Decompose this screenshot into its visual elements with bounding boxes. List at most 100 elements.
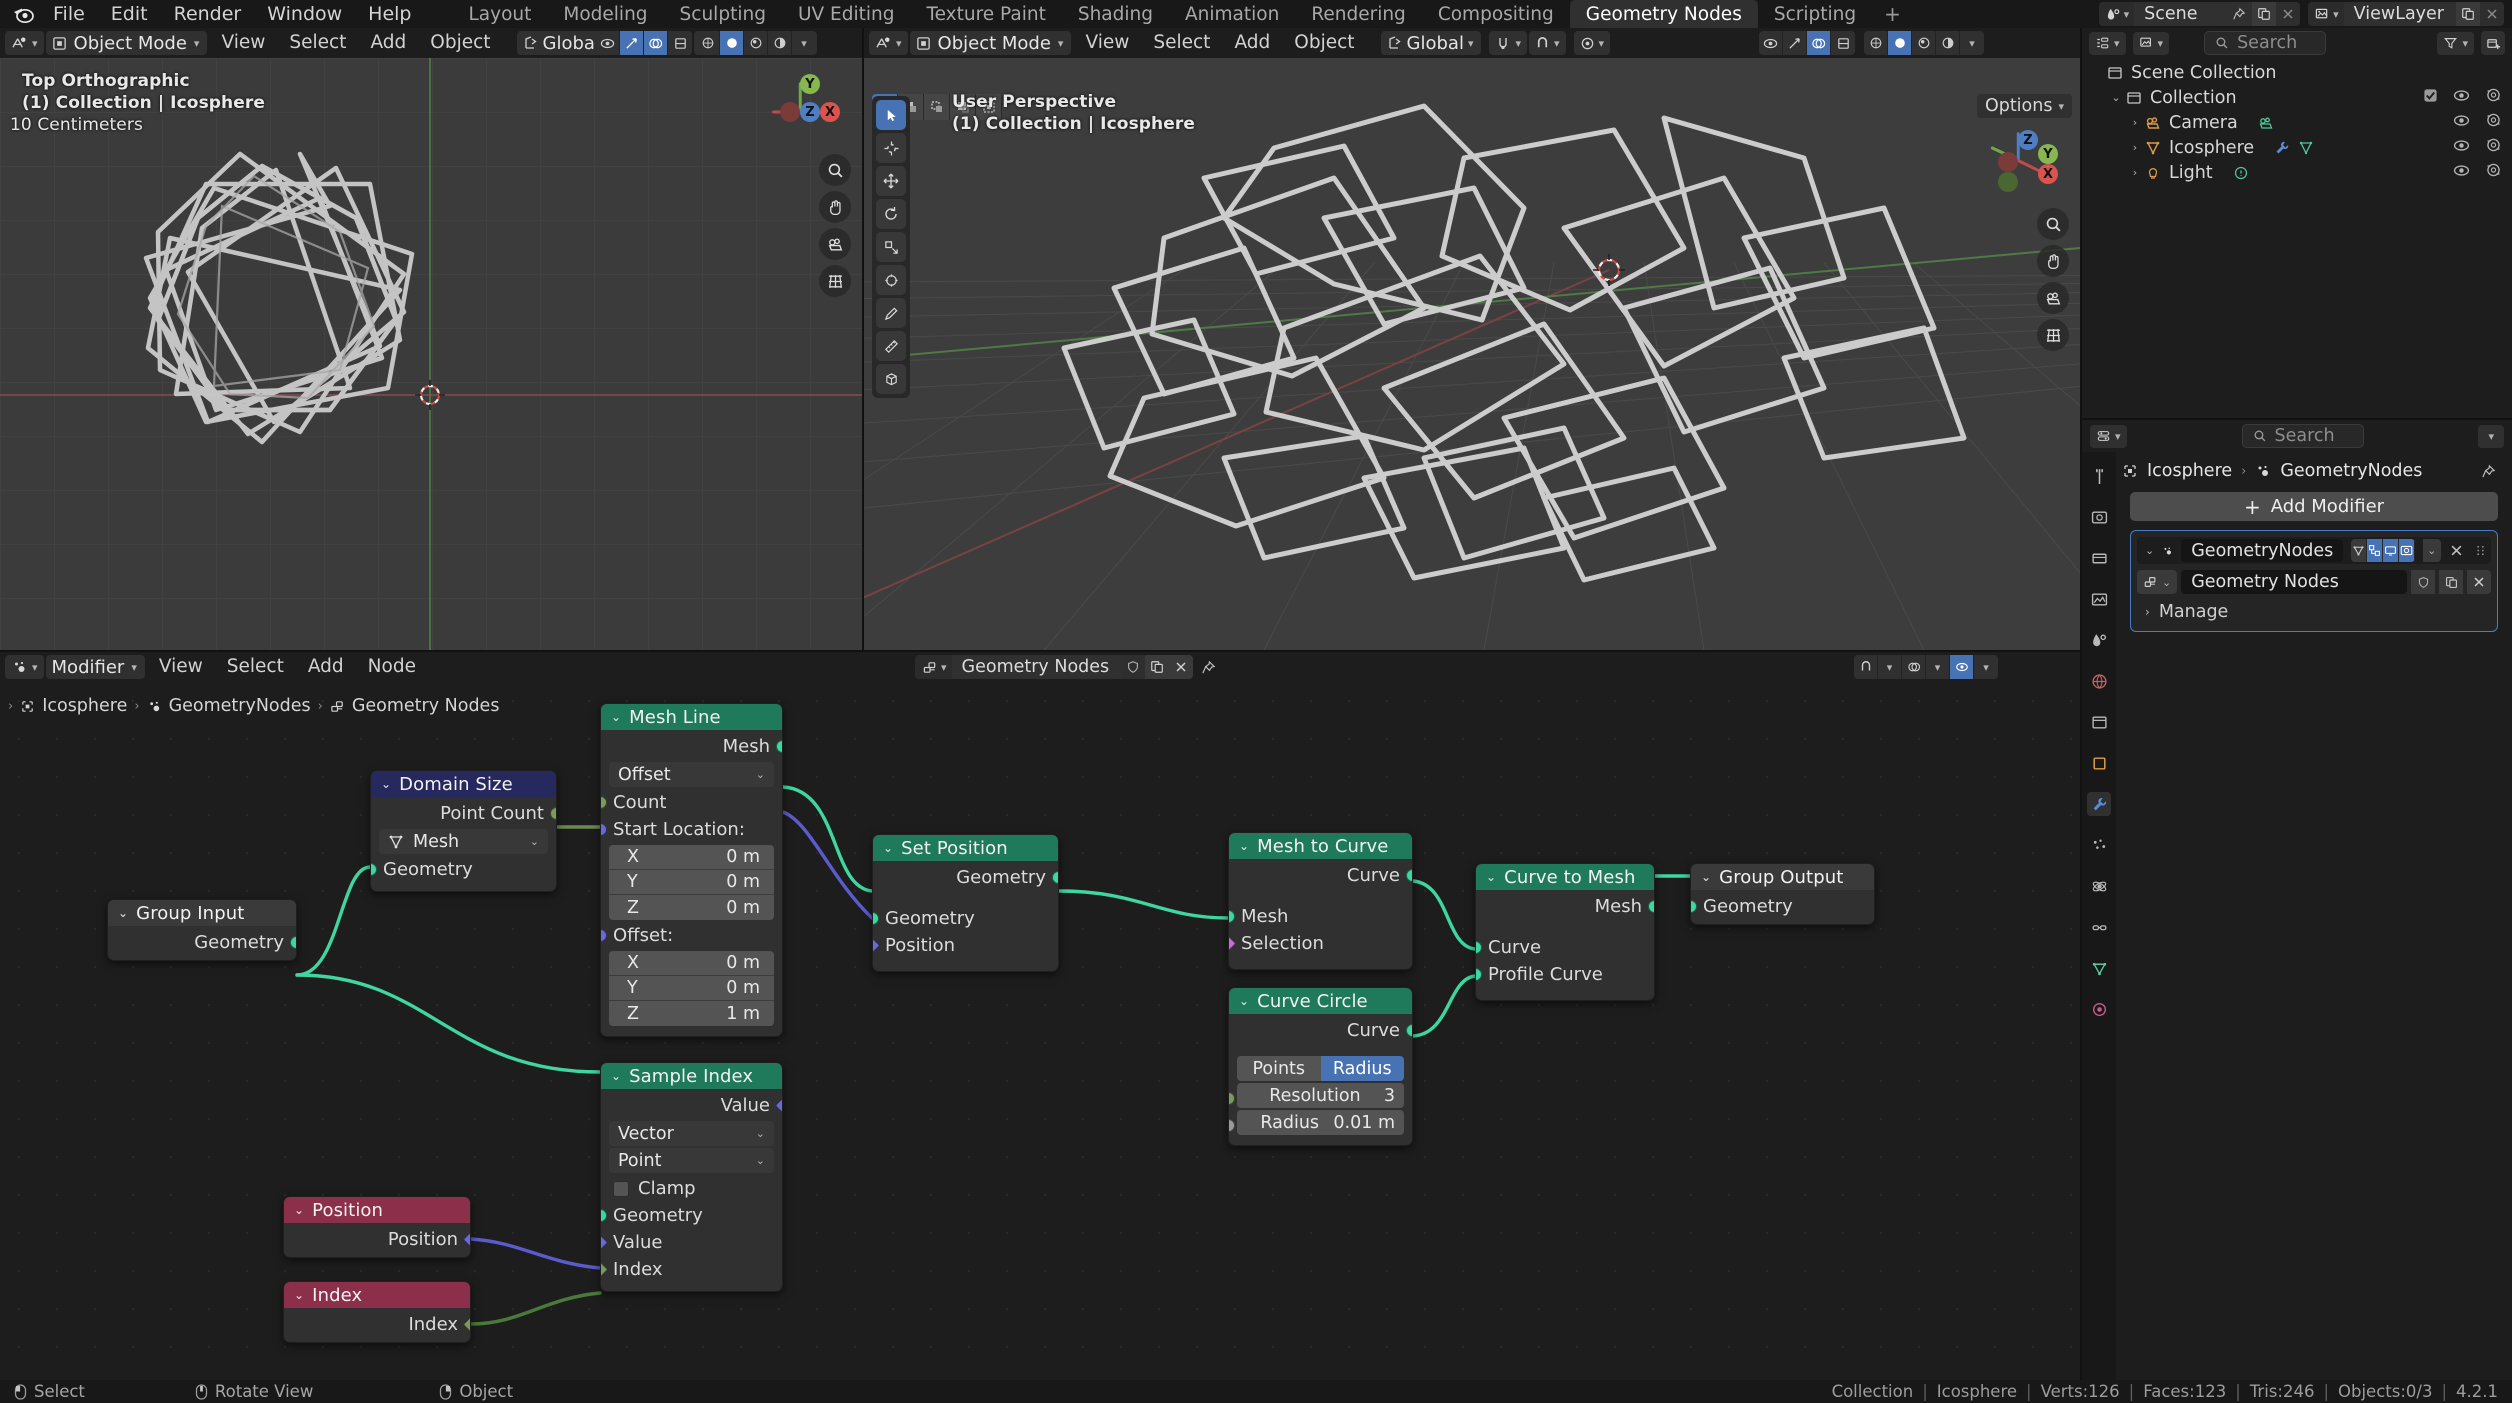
outliner-hide-viewport-icon[interactable] (2453, 163, 2470, 183)
xray-toggle-icon[interactable] (668, 31, 692, 55)
divider-horizontal-properties[interactable] (2082, 418, 2512, 420)
node-preview-dropdown-icon[interactable]: ▾ (1974, 655, 1998, 679)
vector-x-field[interactable]: X 0 m (609, 845, 774, 870)
pan-icon[interactable] (819, 191, 851, 223)
gizmo-toggle-icon[interactable] (620, 31, 644, 55)
remove-viewlayer-button[interactable] (2480, 2, 2504, 26)
node-mesh-line[interactable]: ⌄ Mesh Line Mesh Offset ⌄ Count Start Lo… (600, 703, 783, 1037)
node-header[interactable]: ⌄ Group Output (1691, 864, 1874, 890)
modifier-edit-mode-icon[interactable] (2367, 539, 2384, 562)
snap-icon-right[interactable]: ▾ (1489, 31, 1528, 55)
select-subtract-mode-icon[interactable] (924, 94, 950, 120)
node-domain-size[interactable]: ⌄ Domain Size Point Count Mesh ⌄ Geometr… (370, 770, 557, 892)
modifier-card[interactable]: ⌄ GeometryNodes ⌄ ⌄ Geometry Nodes › Man… (2130, 530, 2498, 632)
proportional-editing-toggle-right[interactable]: ▾ (1573, 31, 1611, 55)
shading-dropdown-icon[interactable]: ▾ (792, 31, 816, 55)
tool-select-box-icon[interactable] (876, 100, 906, 130)
properties-breadcrumb-object[interactable]: Icosphere (2147, 461, 2232, 481)
node-socket-row[interactable]: Geometry (108, 929, 296, 956)
mesh-line-start-location-vector[interactable]: X 0 m Y 0 m Z 0 m (609, 845, 774, 920)
camera-icon-right[interactable] (2037, 282, 2069, 314)
collapse-icon[interactable]: ⌄ (294, 1289, 304, 1301)
node-socket-row[interactable]: Start Location: (601, 816, 782, 843)
socket-offset[interactable] (601, 929, 607, 942)
checkbox-box[interactable] (613, 1180, 629, 1197)
outliner[interactable]: ▾ ▾ Search ▾ Scene Collection ⌄ Collection… (2082, 28, 2512, 418)
node-socket-row[interactable]: Selection (1229, 930, 1412, 957)
nodegroup-copy-icon[interactable] (2439, 570, 2463, 594)
node-socket-row[interactable]: Curve (1476, 934, 1654, 961)
nodegroup-name[interactable]: Geometry Nodes (951, 655, 1122, 679)
node-socket-row[interactable]: Count (601, 789, 782, 816)
vpl-menus-menu-select[interactable]: Select (277, 31, 358, 55)
expand-icon[interactable]: › (2128, 116, 2142, 129)
node-header[interactable]: ⌄ Curve to Mesh (1476, 864, 1654, 890)
node-socket-row[interactable]: Curve (1229, 1017, 1412, 1044)
node-socket-row[interactable]: Position (284, 1226, 470, 1253)
outliner-row-light[interactable]: › Light (2082, 160, 2512, 185)
socket-geometry[interactable] (290, 936, 296, 949)
node-socket-row[interactable]: Mesh (601, 733, 782, 760)
breadcrumb-object[interactable]: Icosphere (42, 696, 127, 716)
editor-type-selector-left[interactable]: ▾ (5, 31, 44, 55)
collapse-icon[interactable]: ⌄ (1239, 840, 1249, 852)
light-data-icon[interactable] (2233, 165, 2249, 181)
modifier-close-button[interactable] (2449, 539, 2466, 562)
tab-collection-icon[interactable] (2087, 710, 2111, 734)
gizmo-axis-z-pos[interactable]: Z (800, 102, 820, 122)
node-socket-row[interactable]: Index (284, 1311, 470, 1338)
socket-radius[interactable] (1229, 1119, 1235, 1132)
outliner-hide-viewport-icon[interactable] (2453, 113, 2470, 133)
orientation-selector-right[interactable]: Global ▾ (1380, 31, 1482, 55)
expand-icon[interactable]: › (2128, 166, 2142, 179)
menu-window[interactable]: Window (254, 1, 355, 27)
node-header[interactable]: ⌄ Position (284, 1197, 470, 1223)
mode-selector-left[interactable]: Object Mode ▾ (45, 31, 208, 55)
properties-search-input[interactable]: Search (2241, 424, 2364, 448)
breadcrumb-nodetree[interactable]: Geometry Nodes (352, 696, 500, 716)
workspace-tab-uv-editing[interactable]: UV Editing (782, 0, 911, 28)
tab-object-icon[interactable] (2087, 751, 2111, 775)
sample-index-domain-dropdown[interactable]: Point ⌄ (609, 1148, 774, 1173)
modifier-nodegroup-name[interactable]: Geometry Nodes (2181, 570, 2407, 594)
viewport-right[interactable]: User Perspective (1) Collection | Icosph… (864, 58, 2080, 650)
outliner-display-mode-selector[interactable]: ▾ (2132, 31, 2170, 55)
pin-properties-icon[interactable] (2476, 459, 2500, 483)
node-socket-row[interactable]: Geometry (371, 856, 556, 883)
node-header[interactable]: ⌄ Index (284, 1282, 470, 1308)
properties-options-dropdown[interactable]: ▾ (2478, 424, 2504, 448)
node-curve-circle[interactable]: ⌄ Curve Circle Curve Points Radius Resol… (1228, 987, 1413, 1146)
magnet-snap-toggle-right[interactable]: ▾ (1529, 31, 1566, 55)
viewport-shading-left[interactable] (596, 31, 692, 55)
domain-size-component-dropdown[interactable]: Mesh ⌄ (379, 829, 548, 854)
outliner-editor-type-selector[interactable]: ▾ (2089, 31, 2126, 55)
collapse-icon[interactable]: ⌄ (611, 711, 621, 723)
node-socket-row[interactable]: Offset: (601, 922, 782, 949)
collapse-icon[interactable]: ⌄ (1486, 871, 1496, 883)
blender-logo-icon[interactable] (6, 1, 40, 27)
gizmo-axis-x-pos[interactable]: X (820, 102, 840, 122)
workspace-tab-texture-paint[interactable]: Texture Paint (910, 0, 1061, 28)
overlays-toggle-icon-right[interactable] (1807, 31, 1831, 55)
scene-selector[interactable]: ▾ Scene (2098, 2, 2301, 26)
node-preview-icon[interactable] (1950, 655, 1974, 679)
gizmo-axis-y-pos[interactable]: Y (800, 74, 820, 94)
collapse-icon[interactable]: ⌄ (294, 1204, 304, 1216)
vpr-menus-menu-view[interactable]: View (1073, 31, 1141, 55)
expand-icon[interactable]: › (2128, 141, 2142, 154)
toggle-points[interactable]: Points (1237, 1056, 1321, 1081)
viewport-left-nav-gizmo[interactable]: X Y Z (762, 74, 840, 150)
tab-viewlayer-icon[interactable] (2087, 587, 2111, 611)
collapse-icon[interactable]: ⌄ (611, 1070, 621, 1082)
ne-menus-menu-add[interactable]: Add (296, 655, 356, 679)
properties-breadcrumb-modifier[interactable]: GeometryNodes (2280, 461, 2422, 481)
tab-render-icon[interactable] (2087, 505, 2111, 529)
breadcrumb-modifier[interactable]: GeometryNodes (169, 696, 311, 716)
socket-geometry-out[interactable] (1052, 871, 1058, 884)
tool-cursor-icon[interactable] (876, 133, 906, 163)
node-socket-row[interactable]: Geometry (601, 1202, 782, 1229)
workspace-tab-modeling[interactable]: Modeling (547, 0, 663, 28)
vector-y-field[interactable]: Y 0 m (609, 870, 774, 895)
node-set-position[interactable]: ⌄ Set Position Geometry Geometry Positio… (872, 834, 1059, 972)
nodegroup-selector[interactable]: ▾ Geometry Nodes (915, 655, 1194, 679)
